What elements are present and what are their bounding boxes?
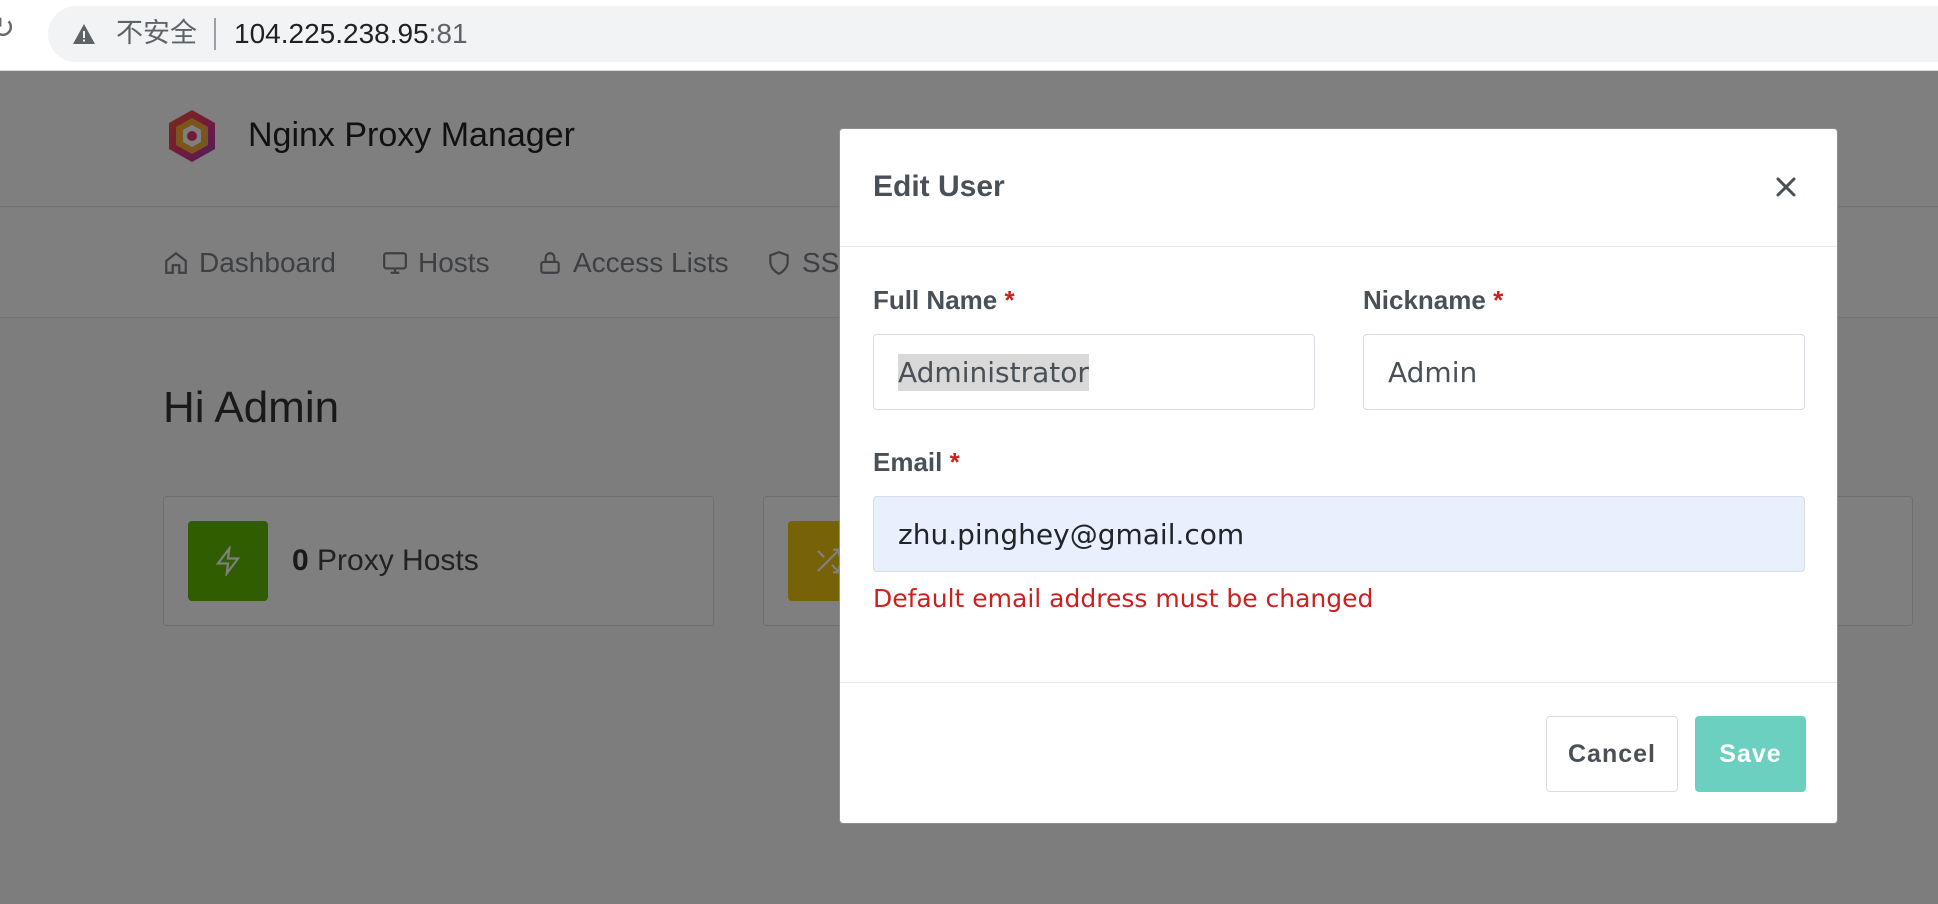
nickname-field[interactable]: Admin [1363,334,1805,410]
url-port: :81 [428,18,468,49]
full-name-label: Full Name * [873,285,1015,315]
cancel-button[interactable]: Cancel [1546,716,1678,792]
email-error-message: Default email address must be changed [873,584,1374,613]
nickname-label: Nickname * [1363,285,1503,315]
address-bar[interactable]: 不安全 104.225.238.95:81 [48,6,1938,62]
nickname-label-text: Nickname [1363,285,1486,315]
warning-icon [73,24,95,44]
required-marker: * [1004,285,1015,315]
url-divider [214,18,216,50]
edit-user-modal: Edit User Full Name * Administrator Nick… [839,128,1838,824]
browser-toolbar: ↻ 不安全 104.225.238.95:81 [0,0,1938,71]
modal-header: Edit User [840,129,1837,247]
full-name-label-text: Full Name [873,285,998,315]
required-marker: * [1493,285,1504,315]
required-marker: * [949,447,960,477]
email-field[interactable]: zhu.pinghey@gmail.com [873,496,1805,572]
save-button[interactable]: Save [1695,716,1806,792]
security-label[interactable]: 不安全 [116,18,197,50]
full-name-field[interactable]: Administrator [873,334,1315,410]
url-host: 104.225.238.95 [234,18,429,49]
modal-footer-divider [840,682,1837,683]
full-name-value: Administrator [898,353,1089,391]
close-icon [1776,177,1796,197]
close-button[interactable] [1768,169,1804,205]
email-label-text: Email [873,447,943,477]
nickname-value: Admin [1388,355,1478,389]
email-value: zhu.pinghey@gmail.com [898,517,1245,551]
email-label: Email * [873,447,960,477]
modal-title: Edit User [873,170,1005,203]
reload-icon[interactable]: ↻ [0,14,20,44]
url-text[interactable]: 104.225.238.95:81 [234,18,468,50]
